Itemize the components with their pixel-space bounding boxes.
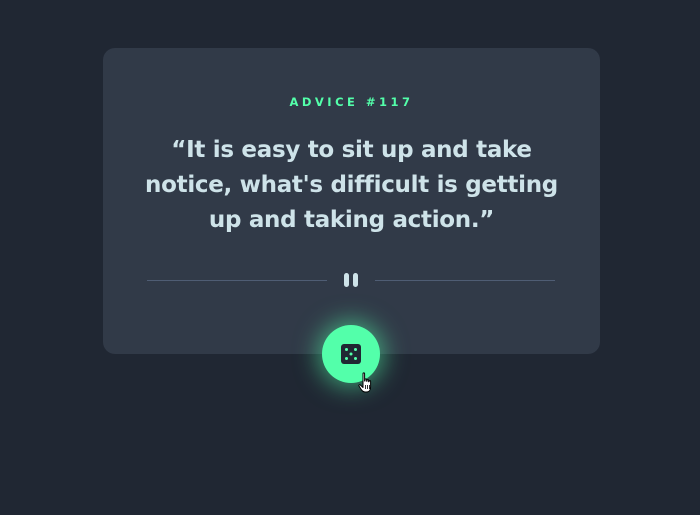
hand-pointer-icon (358, 372, 372, 393)
advice-number-label: ADVICE #117 (289, 95, 414, 109)
divider-line-right (375, 280, 555, 281)
dice-icon (341, 344, 361, 364)
advice-card: ADVICE #117 “It is easy to sit up and ta… (103, 48, 600, 354)
divider-line-left (147, 280, 327, 281)
pause-bar-left (344, 273, 349, 287)
pause-bar-right (353, 273, 358, 287)
advice-quote: “It is easy to sit up and take notice, w… (145, 137, 558, 233)
pause-icon (342, 273, 360, 288)
